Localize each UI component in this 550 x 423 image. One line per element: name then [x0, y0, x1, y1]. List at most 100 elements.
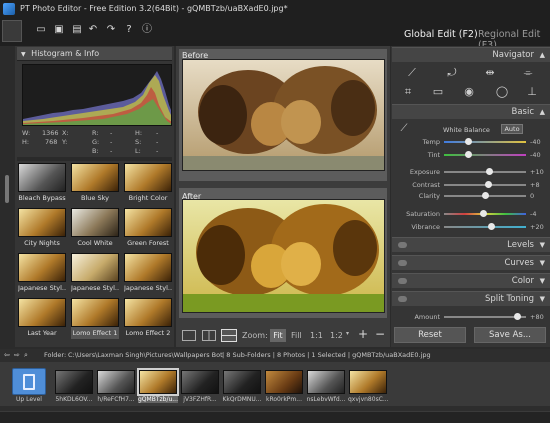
redo-icon[interactable]: ↷ [104, 23, 118, 37]
slider-knob[interactable] [488, 223, 496, 230]
amount-knob[interactable] [514, 313, 522, 320]
slider-knob[interactable] [485, 168, 493, 175]
curves-toggle[interactable] [398, 260, 407, 266]
straighten-icon[interactable]: ⟋ [404, 66, 420, 80]
slider-track[interactable] [444, 154, 526, 156]
rotate-icon[interactable]: ⤾ [444, 66, 460, 80]
save-as-icon[interactable]: ▤ [70, 23, 84, 37]
slider-vibrance[interactable]: Vibrance +20 [400, 222, 546, 232]
effect-preset[interactable]: Lomo Effect 2 [124, 298, 172, 341]
up-level-button[interactable] [12, 368, 46, 395]
level-icon[interactable]: ▭ [430, 85, 446, 99]
zoom-1-2-button[interactable]: 1:2 [330, 331, 343, 340]
filmstrip-thumbnail[interactable] [307, 370, 345, 394]
slider-value: +10 [530, 168, 544, 176]
effect-thumbnail [71, 298, 119, 327]
save-as-button[interactable]: Save As... [474, 327, 546, 343]
auto-white-balance-button[interactable]: Auto [501, 124, 523, 134]
white-balance-label: White Balance [443, 126, 490, 134]
help-icon[interactable]: ? [122, 23, 136, 37]
crop-icon[interactable]: ⌗ [400, 85, 416, 99]
search-icon[interactable]: ⌕ [24, 349, 28, 362]
flip-icon[interactable]: ⇹ [482, 66, 498, 80]
folder-path[interactable]: C:\Users\Laxman Singh\Pictures\Wallpaper… [68, 349, 223, 362]
curves-header[interactable]: Curves ▼ [392, 255, 550, 270]
slider-knob[interactable] [479, 210, 487, 217]
histogram-header[interactable]: ▼ Histogram & Info [17, 47, 172, 61]
zoom-1-1-button[interactable]: 1:1 [310, 331, 323, 340]
slider-track[interactable] [444, 141, 526, 143]
levels-toggle[interactable] [398, 242, 407, 248]
effect-label: Japanese Styl... [71, 284, 119, 292]
levels-header[interactable]: Levels ▼ [392, 237, 550, 252]
filmstrip-scrollbar[interactable] [0, 406, 550, 411]
effect-thumbnail [71, 253, 119, 282]
info-icon[interactable]: ⓘ [140, 23, 154, 37]
zoom-dropdown-icon[interactable]: ▾ [346, 330, 349, 337]
back-icon[interactable]: ⇦ [4, 349, 10, 362]
graduated-filter-icon[interactable]: ⊥ [524, 85, 540, 99]
stacked-view-icon[interactable] [221, 329, 237, 342]
filmstrip-thumbnail[interactable] [349, 370, 387, 394]
color-header[interactable]: Color ▼ [392, 273, 550, 288]
split-view-icon[interactable] [202, 330, 216, 341]
effect-preset[interactable]: City Nights [18, 208, 66, 251]
split-toning-header[interactable]: Split Toning ▼ [392, 291, 550, 306]
filmstrip-thumbnail[interactable] [55, 370, 93, 394]
slider-saturation[interactable]: Saturation -4 [400, 209, 546, 219]
effect-label: Japanese Styl... [18, 284, 66, 292]
slider-knob[interactable] [481, 192, 489, 199]
reset-button[interactable]: Reset [394, 327, 466, 343]
stat-r-value: - [110, 129, 113, 137]
zoom-in-button[interactable]: + [358, 327, 368, 341]
split-toning-toggle[interactable] [398, 296, 407, 302]
effect-preset[interactable]: Bleach Bypass [18, 163, 66, 206]
transform-icon[interactable]: ⌯ [520, 66, 536, 80]
zoom-fill-button[interactable]: Fill [291, 331, 302, 340]
open-folder-icon[interactable]: ▭ [34, 23, 48, 37]
slider-track[interactable] [444, 226, 526, 228]
slider-temp[interactable]: Temp -40 [400, 137, 546, 147]
slider-knob[interactable] [484, 181, 492, 188]
effect-preset[interactable]: Japanese Styl... [124, 253, 172, 296]
effect-preset[interactable]: Cool White [71, 208, 119, 251]
stat-s-value: - [156, 138, 159, 146]
effect-preset[interactable]: Last Year [18, 298, 66, 341]
vignette-icon[interactable]: ◯ [494, 85, 510, 99]
filmstrip-thumbnail[interactable] [97, 370, 135, 394]
color-toggle[interactable] [398, 278, 407, 284]
effect-preset[interactable]: Green Forest [124, 208, 172, 251]
save-icon[interactable]: ▣ [52, 23, 66, 37]
effect-preset[interactable]: Lomo Effect 1 [71, 298, 119, 341]
slider-contrast[interactable]: Contrast +8 [400, 180, 546, 190]
eyedropper-icon[interactable]: ⟋ [396, 122, 412, 136]
left-panel-collapse-handle[interactable] [5, 175, 9, 203]
stat-h-value: 768 [45, 138, 58, 146]
amount-slider[interactable]: Amount +80 [400, 312, 546, 322]
zoom-out-button[interactable]: − [375, 327, 385, 341]
slider-tint[interactable]: Tint -40 [400, 150, 546, 160]
forward-icon[interactable]: ⇨ [14, 349, 20, 362]
undo-icon[interactable]: ↶ [86, 23, 100, 37]
slider-knob[interactable] [465, 138, 473, 145]
effect-preset[interactable]: Japanese Styl... [18, 253, 66, 296]
amount-value: +80 [530, 313, 544, 321]
red-eye-icon[interactable]: ◉ [461, 85, 477, 99]
effect-preset[interactable]: Blue Sky [71, 163, 119, 206]
slider-clarity[interactable]: Clarity 0 [400, 191, 546, 201]
effect-label: Bleach Bypass [18, 194, 66, 202]
filmstrip-thumbnail[interactable] [223, 370, 261, 394]
slider-exposure[interactable]: Exposure +10 [400, 167, 546, 177]
filmstrip-thumbnail[interactable] [137, 368, 179, 396]
effect-preset[interactable]: Japanese Styl... [71, 253, 119, 296]
basic-header[interactable]: Basic ▲ [392, 104, 550, 119]
effect-preset[interactable]: Bright Color [124, 163, 172, 206]
status-strip [0, 412, 550, 423]
navigator-header[interactable]: Navigator ▲ [392, 47, 550, 62]
slider-knob[interactable] [465, 151, 473, 158]
single-view-icon[interactable] [182, 330, 196, 341]
filmstrip-thumbnail[interactable] [181, 370, 219, 394]
tab-global-edit[interactable]: Global Edit (F2) [404, 29, 478, 40]
zoom-fit-button[interactable]: Fit [270, 329, 286, 342]
filmstrip-thumbnail[interactable] [265, 370, 303, 394]
